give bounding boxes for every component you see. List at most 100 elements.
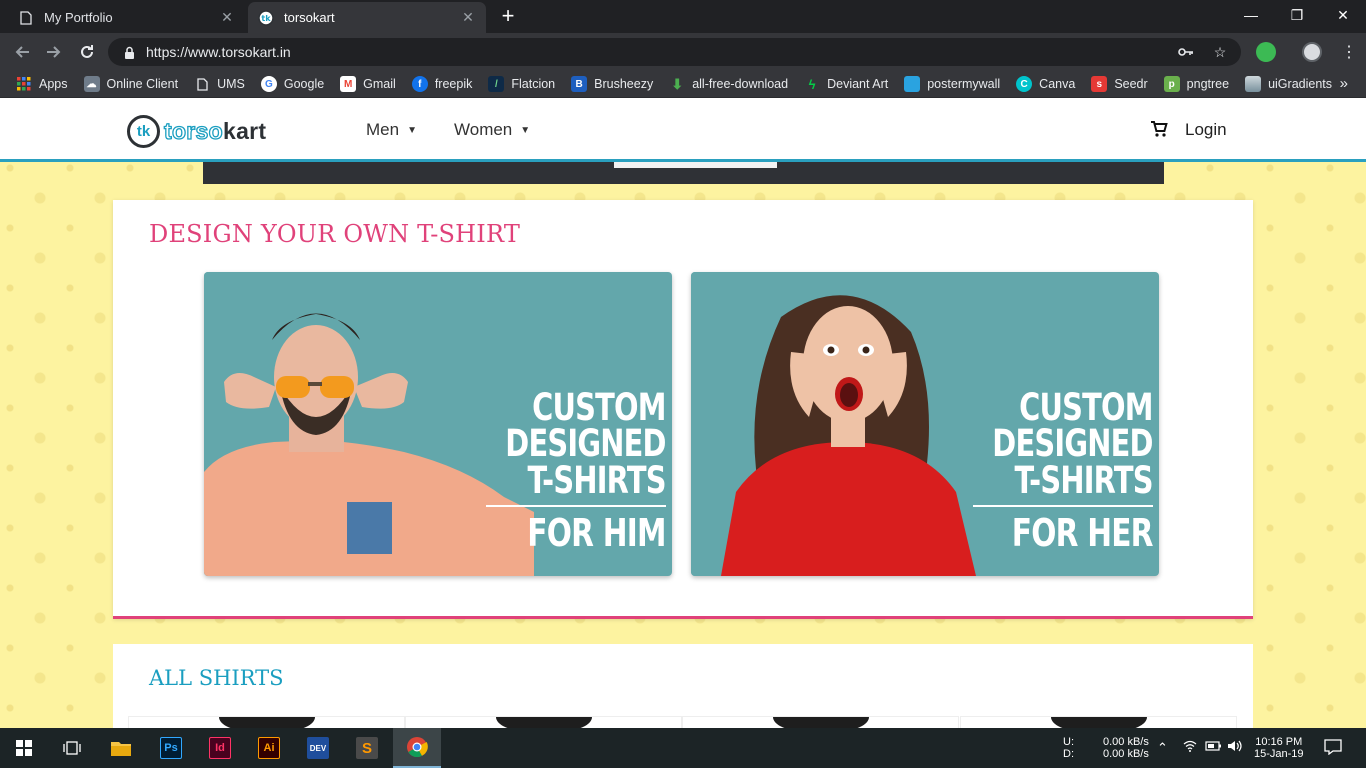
bookmark-all-free-download[interactable]: ⬇ all-free-download: [661, 72, 796, 96]
flaticon-icon: /: [488, 76, 505, 92]
more-bookmarks-icon[interactable]: »: [1340, 75, 1348, 92]
forward-button[interactable]: [41, 39, 67, 65]
indesign-button[interactable]: Id: [196, 728, 244, 768]
promo-text: CUSTOM DESIGNED T-SHIRTS FOR HIM: [460, 389, 667, 555]
promo-text: CUSTOM DESIGNED T-SHIRTS FOR HER: [947, 386, 1154, 555]
net-labels: U: D:: [1063, 728, 1074, 768]
bookmark-freepik[interactable]: f freepik: [404, 72, 481, 96]
bookmark-ums[interactable]: UMS: [186, 72, 253, 96]
nav-women[interactable]: Women ▼: [454, 120, 530, 140]
tshirt-image: [219, 717, 315, 728]
gmail-icon: M: [340, 76, 357, 92]
canva-icon: C: [1016, 76, 1033, 92]
cart-icon[interactable]: [1150, 120, 1168, 138]
bookmark-gmail[interactable]: M Gmail: [332, 72, 404, 96]
bookmark-label: UMS: [217, 77, 245, 91]
bookmark-star-icon[interactable]: ☆: [1209, 44, 1231, 61]
site-header: tk torsokart Men ▼ Women ▼ Login: [0, 98, 1366, 162]
hero-banner: [203, 162, 1164, 184]
bookmark-canva[interactable]: C Canva: [1008, 72, 1083, 96]
notifications-icon[interactable]: [1324, 739, 1342, 758]
sublime-text-button[interactable]: S: [343, 728, 391, 768]
close-tab-icon[interactable]: ✕: [219, 9, 235, 26]
minimize-button[interactable]: —: [1228, 0, 1274, 30]
back-button[interactable]: [9, 39, 35, 65]
deviantart-icon: ϟ: [808, 76, 816, 92]
close-tab-icon[interactable]: ✕: [460, 9, 476, 26]
illustrator-button[interactable]: Ai: [245, 728, 293, 768]
shirt-card[interactable]: [128, 716, 405, 728]
bookmark-label: Flatcion: [511, 77, 556, 91]
all-shirts-section: ALL SHIRTS: [113, 644, 1253, 728]
promo-custom-for-her[interactable]: CUSTOM DESIGNED T-SHIRTS FOR HER: [691, 272, 1159, 576]
torsokart-logo[interactable]: tk torsokart: [127, 115, 266, 148]
photoshop-button[interactable]: Ps: [147, 728, 195, 768]
new-tab-button[interactable]: +: [494, 4, 522, 30]
nav-men[interactable]: Men ▼: [366, 120, 417, 140]
sublime-text-icon: S: [356, 737, 378, 759]
bookmark-brusheezy[interactable]: B Brusheezy: [563, 72, 661, 96]
bookmark-label: Deviant Art: [827, 77, 889, 91]
chevron-up-icon[interactable]: ⌃: [1157, 740, 1168, 756]
bookmark-online-client[interactable]: ☁ Online Client: [76, 72, 187, 96]
bookmark-uigradients[interactable]: uiGradients: [1237, 72, 1340, 96]
windows-taskbar: Ps Id Ai DEV S U: D: 0.00 kB/s 0.00 kB/s…: [0, 728, 1366, 768]
reload-button[interactable]: [74, 39, 100, 65]
promo-custom-for-him[interactable]: CUSTOM DESIGNED T-SHIRTS FOR HIM: [204, 272, 672, 576]
torsokart-favicon-icon: tk: [258, 9, 274, 26]
clock[interactable]: 10:16 PM 15-Jan-19: [1254, 728, 1304, 768]
net-up-speed: 0.00 kB/s: [1103, 736, 1149, 748]
chrome-taskbar-button[interactable]: [393, 728, 441, 768]
shirt-card[interactable]: [960, 716, 1237, 728]
bookmark-seedr[interactable]: s Seedr: [1083, 72, 1155, 96]
bookmark-google[interactable]: G Google: [253, 72, 332, 96]
promo-audience: FOR HIM: [527, 510, 667, 555]
promo-line: T-SHIRTS: [527, 458, 667, 502]
file-explorer-icon: [111, 742, 131, 756]
key-icon[interactable]: [1175, 44, 1197, 60]
start-button[interactable]: [0, 728, 48, 768]
promo-line: CUSTOM: [1019, 386, 1153, 429]
close-window-button[interactable]: ✕: [1320, 0, 1366, 30]
promo-divider: [486, 504, 666, 507]
promo-divider: [973, 504, 1153, 507]
shirt-card[interactable]: [405, 716, 682, 728]
bookmark-pngtree[interactable]: p pngtree: [1156, 72, 1237, 96]
wifi-icon[interactable]: [1183, 740, 1197, 755]
volume-icon[interactable]: [1227, 740, 1243, 755]
pngtree-icon: p: [1163, 76, 1180, 92]
bookmark-flatcion[interactable]: / Flatcion: [480, 72, 563, 96]
shirt-card[interactable]: [682, 716, 959, 728]
file-explorer-button[interactable]: [97, 728, 145, 768]
restore-button[interactable]: ❐: [1274, 0, 1320, 30]
banner-button-edge: [614, 162, 777, 168]
clock-date: 15-Jan-19: [1254, 748, 1304, 760]
chrome-icon: [407, 737, 428, 758]
clock-time: 10:16 PM: [1255, 736, 1303, 748]
lock-icon: [118, 43, 140, 61]
page-icon: [18, 10, 34, 26]
tab-my-portfolio[interactable]: My Portfolio ✕: [8, 2, 245, 33]
promo-audience: FOR HER: [1011, 510, 1154, 555]
battery-icon[interactable]: [1204, 740, 1222, 755]
net-down-label: D:: [1063, 748, 1074, 760]
bookmark-deviant-art[interactable]: ϟ Deviant Art: [796, 72, 896, 96]
tshirt-image: [496, 717, 592, 728]
apps-grid-icon: [16, 76, 32, 92]
login-link[interactable]: Login: [1185, 120, 1227, 140]
dev-cpp-icon: DEV: [307, 737, 329, 759]
logo-wordmark: torsokart: [163, 117, 267, 144]
bookmark-apps[interactable]: Apps: [8, 72, 76, 96]
chrome-menu-icon[interactable]: ⋮: [1336, 39, 1362, 65]
page-icon: [194, 76, 210, 92]
address-bar[interactable]: https://www.torsokart.in ☆: [108, 38, 1241, 66]
tk-logo-mark: tk: [127, 115, 160, 148]
url-text[interactable]: https://www.torsokart.in: [146, 44, 1163, 60]
dev-cpp-button[interactable]: DEV: [294, 728, 342, 768]
bookmark-label: all-free-download: [692, 77, 789, 91]
extension-icon[interactable]: [1256, 42, 1276, 62]
bookmark-postermywall[interactable]: postermywall: [896, 72, 1008, 96]
tab-torsokart[interactable]: tk torsokart ✕: [248, 2, 486, 33]
profile-avatar[interactable]: [1302, 42, 1322, 62]
task-view-button[interactable]: [48, 728, 96, 768]
